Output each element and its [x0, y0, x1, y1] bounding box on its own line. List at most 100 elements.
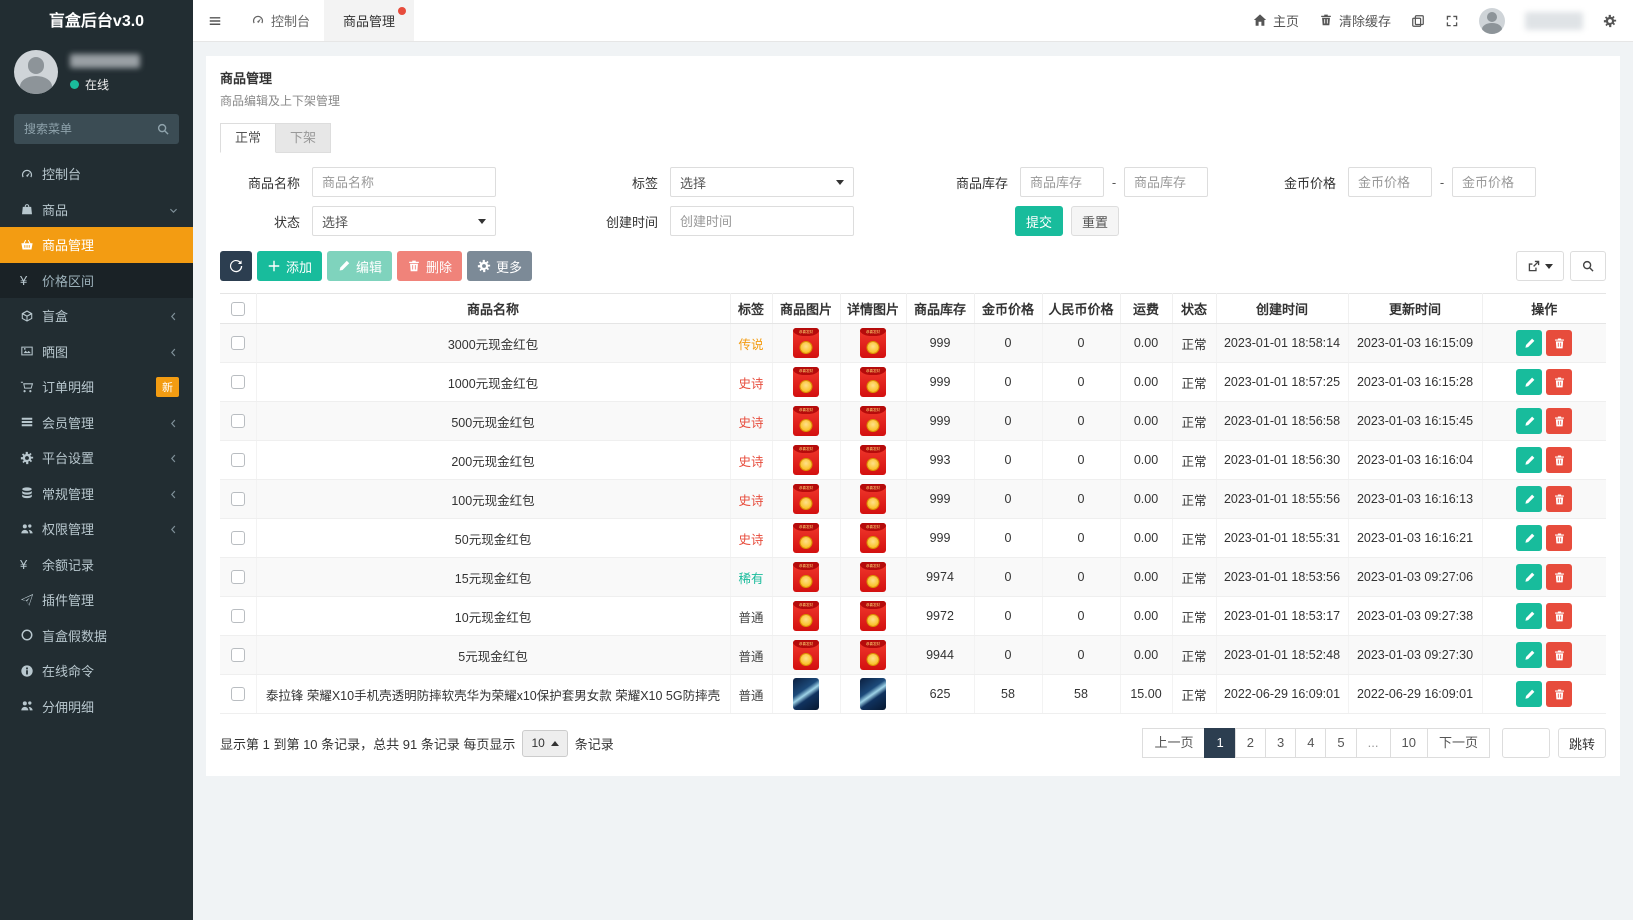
- tag-filter-select[interactable]: 选择: [670, 167, 854, 197]
- column-header-商品图片[interactable]: 商品图片: [771, 293, 840, 324]
- column-header-标签[interactable]: 标签: [729, 293, 772, 324]
- sidebar-item-平台设置[interactable]: 平台设置: [0, 440, 193, 476]
- export-button[interactable]: [1516, 251, 1564, 281]
- row-checkbox[interactable]: [230, 570, 245, 584]
- created-filter-input[interactable]: [670, 206, 854, 236]
- search-menu-input[interactable]: [14, 114, 179, 144]
- search-icon[interactable]: [156, 122, 170, 137]
- red-envelope-image[interactable]: 恭喜发财: [860, 640, 886, 670]
- page-jump-button[interactable]: 跳转: [1557, 728, 1606, 758]
- add-button[interactable]: 添加: [257, 251, 323, 281]
- red-envelope-image[interactable]: 恭喜发财: [793, 406, 819, 436]
- row-edit-button[interactable]: [1516, 642, 1543, 668]
- next-page-button[interactable]: 下一页: [1426, 728, 1490, 758]
- row-delete-button[interactable]: [1546, 603, 1573, 629]
- page-jump-input[interactable]: [1501, 728, 1550, 758]
- row-delete-button[interactable]: [1546, 486, 1573, 512]
- row-checkbox[interactable]: [230, 609, 245, 623]
- edit-button[interactable]: 编辑: [327, 251, 393, 281]
- red-envelope-image[interactable]: 恭喜发财: [793, 328, 819, 358]
- red-envelope-image[interactable]: 恭喜发财: [793, 601, 819, 631]
- row-delete-button[interactable]: [1546, 564, 1573, 590]
- navbar-username-redacted[interactable]: [1525, 11, 1583, 30]
- row-delete-button[interactable]: [1546, 642, 1573, 668]
- sidebar-item-在线命令[interactable]: 在线命令: [0, 653, 193, 689]
- gold-max-input[interactable]: [1452, 167, 1536, 197]
- row-checkbox[interactable]: [230, 414, 245, 428]
- phone-case-image[interactable]: [860, 678, 886, 710]
- row-edit-button[interactable]: [1516, 447, 1543, 473]
- sidebar-item-商品管理[interactable]: 商品管理: [0, 227, 193, 263]
- fullscreen-icon[interactable]: [1445, 14, 1459, 28]
- tab-normal[interactable]: 正常: [220, 123, 277, 153]
- tab-close-dot[interactable]: [398, 7, 406, 15]
- sidebar-item-价格区间[interactable]: ¥ 价格区间: [0, 262, 193, 298]
- page-button-5[interactable]: 5: [1325, 728, 1357, 758]
- refresh-button[interactable]: [220, 251, 252, 281]
- home-link[interactable]: 主页: [1253, 11, 1299, 30]
- sidebar-item-晒图[interactable]: 晒图: [0, 334, 193, 370]
- red-envelope-image[interactable]: 恭喜发财: [793, 523, 819, 553]
- red-envelope-image[interactable]: 恭喜发财: [793, 640, 819, 670]
- sidebar-item-控制台[interactable]: 控制台: [0, 156, 193, 192]
- row-delete-button[interactable]: [1546, 369, 1573, 395]
- row-checkbox[interactable]: [230, 492, 245, 506]
- page-button-4[interactable]: 4: [1295, 728, 1327, 758]
- column-header-运费[interactable]: 运费: [1119, 293, 1172, 324]
- status-filter-select[interactable]: 选择: [312, 206, 496, 236]
- red-envelope-image[interactable]: 恭喜发财: [793, 367, 819, 397]
- sidebar-item-余额记录[interactable]: ¥ 余额记录: [0, 547, 193, 583]
- column-header-更新时间[interactable]: 更新时间: [1347, 293, 1482, 324]
- sidebar-item-插件管理[interactable]: 插件管理: [0, 582, 193, 618]
- red-envelope-image[interactable]: 恭喜发财: [860, 523, 886, 553]
- column-header-商品名称[interactable]: 商品名称: [255, 293, 730, 324]
- sidebar-item-会员管理[interactable]: 会员管理: [0, 405, 193, 441]
- row-edit-button[interactable]: [1516, 369, 1543, 395]
- red-envelope-image[interactable]: 恭喜发财: [860, 406, 886, 436]
- column-header-商品库存[interactable]: 商品库存: [905, 293, 974, 324]
- row-edit-button[interactable]: [1516, 408, 1543, 434]
- row-delete-button[interactable]: [1546, 681, 1573, 707]
- hamburger-icon[interactable]: [193, 0, 237, 41]
- row-checkbox[interactable]: [230, 375, 245, 389]
- row-checkbox[interactable]: [230, 648, 245, 662]
- red-envelope-image[interactable]: 恭喜发财: [860, 445, 886, 475]
- sidebar-item-权限管理[interactable]: 权限管理: [0, 511, 193, 547]
- sidebar-item-常规管理[interactable]: 常规管理: [0, 476, 193, 512]
- page-button-2[interactable]: 2: [1234, 728, 1266, 758]
- red-envelope-image[interactable]: 恭喜发财: [793, 484, 819, 514]
- row-checkbox[interactable]: [230, 531, 245, 545]
- red-envelope-image[interactable]: 恭喜发财: [860, 328, 886, 358]
- sidebar-item-盲盒假数据[interactable]: 盲盒假数据: [0, 618, 193, 654]
- nav-console[interactable]: 控制台: [237, 0, 324, 41]
- sidebar-item-订单明细[interactable]: 订单明细 新: [0, 369, 193, 405]
- column-header-详情图片[interactable]: 详情图片: [839, 293, 906, 324]
- copy-icon[interactable]: [1411, 14, 1425, 28]
- clear-cache-link[interactable]: 清除缓存: [1319, 11, 1391, 30]
- row-edit-button[interactable]: [1516, 681, 1543, 707]
- row-edit-button[interactable]: [1516, 564, 1543, 590]
- page-button-3[interactable]: 3: [1264, 728, 1297, 758]
- name-filter-input[interactable]: [312, 167, 496, 197]
- more-button[interactable]: 更多: [467, 251, 533, 281]
- sidebar-item-分佣明细[interactable]: 分佣明细: [0, 689, 193, 725]
- red-envelope-image[interactable]: 恭喜发财: [860, 601, 886, 631]
- page-button-10[interactable]: 10: [1389, 728, 1428, 758]
- column-header-状态[interactable]: 状态: [1171, 293, 1216, 324]
- prev-page-button[interactable]: 上一页: [1142, 728, 1206, 758]
- sidebar-item-商品[interactable]: 商品: [0, 192, 193, 228]
- red-envelope-image[interactable]: 恭喜发财: [860, 562, 886, 592]
- gears-icon[interactable]: [1603, 14, 1617, 28]
- stock-max-input[interactable]: [1124, 167, 1208, 197]
- row-edit-button[interactable]: [1516, 525, 1543, 551]
- column-header-创建时间[interactable]: 创建时间: [1215, 293, 1348, 324]
- sidebar-item-盲盒[interactable]: 盲盒: [0, 298, 193, 334]
- column-header-操作[interactable]: 操作: [1481, 293, 1606, 324]
- row-checkbox[interactable]: [230, 453, 245, 467]
- column-header-人民币价格[interactable]: 人民币价格: [1041, 293, 1120, 324]
- gold-min-input[interactable]: [1348, 167, 1432, 197]
- delete-button[interactable]: 删除: [397, 251, 463, 281]
- row-delete-button[interactable]: [1546, 525, 1573, 551]
- table-search-button[interactable]: [1570, 251, 1606, 281]
- row-delete-button[interactable]: [1546, 330, 1573, 356]
